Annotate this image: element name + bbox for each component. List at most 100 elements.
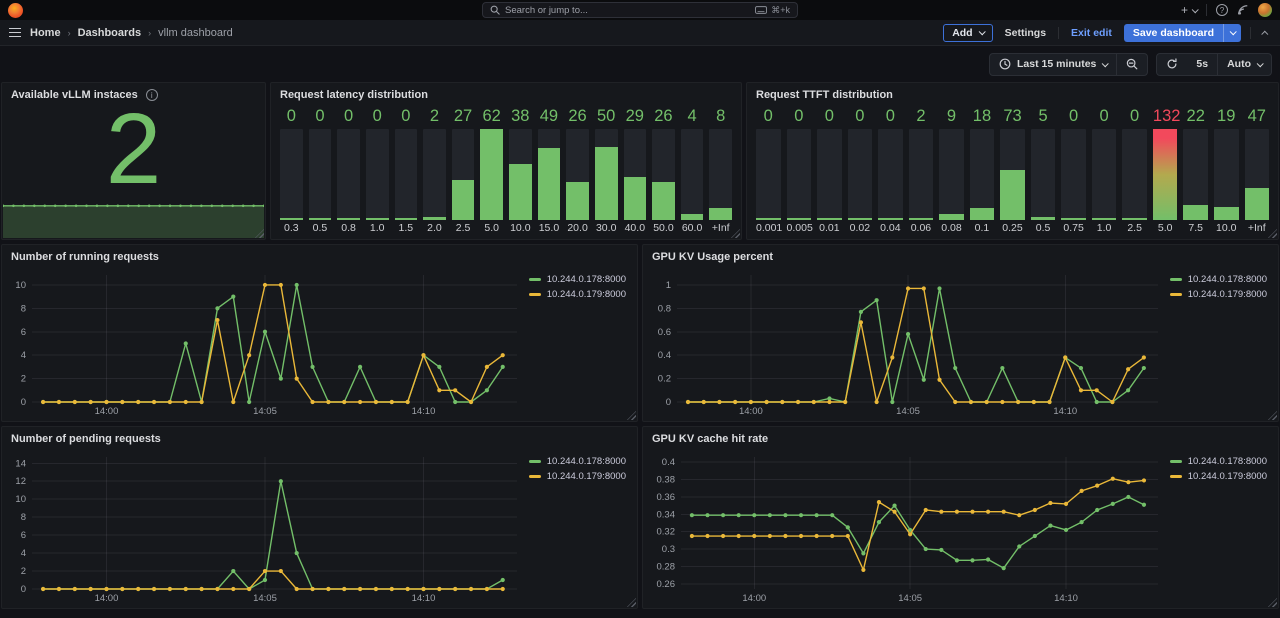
refresh-button[interactable] xyxy=(1157,54,1187,75)
legend-series-color xyxy=(1170,293,1182,296)
data-point xyxy=(733,400,737,404)
resize-handle[interactable] xyxy=(1268,229,1277,238)
bar-column: 227.5 xyxy=(1183,106,1208,235)
data-point xyxy=(922,286,926,290)
legend-item[interactable]: 10.244.0.179:8000 xyxy=(1170,471,1267,482)
data-point xyxy=(1063,355,1067,359)
data-point xyxy=(1033,534,1037,538)
data-point xyxy=(199,400,203,404)
sparkline-point xyxy=(12,204,15,207)
data-point xyxy=(906,286,910,290)
bar-value-label: 0 xyxy=(878,106,903,127)
timeseries-chart[interactable]: 0.260.280.30.320.340.360.380.414:0014:05… xyxy=(647,448,1274,606)
data-point xyxy=(827,400,831,404)
bar-track xyxy=(624,129,647,220)
legend-item[interactable]: 10.244.0.178:8000 xyxy=(1170,274,1267,285)
data-point xyxy=(717,400,721,404)
data-point xyxy=(877,500,881,504)
user-avatar[interactable] xyxy=(1258,3,1272,17)
bar-gauge-chart[interactable]: 00.00100.00500.0100.0200.0420.0690.08180… xyxy=(756,106,1269,235)
breadcrumb-dashboards[interactable]: Dashboards xyxy=(78,27,142,39)
save-options-caret[interactable] xyxy=(1223,24,1241,42)
zoom-out-button[interactable] xyxy=(1117,54,1147,75)
new-button[interactable]: + xyxy=(1181,3,1197,17)
data-point xyxy=(279,376,283,380)
data-point xyxy=(1064,528,1068,532)
data-point xyxy=(861,551,865,555)
data-point xyxy=(686,400,690,404)
help-icon[interactable]: ? xyxy=(1216,4,1228,16)
legend-item[interactable]: 10.244.0.178:8000 xyxy=(1170,456,1267,467)
panel-header: GPU KV cache hit rate xyxy=(643,427,1278,447)
legend-item[interactable]: 10.244.0.178:8000 xyxy=(529,456,626,467)
breadcrumb-separator: › xyxy=(68,28,71,38)
timeseries-chart[interactable]: 00.20.40.60.8114:0014:0514:1010.244.0.17… xyxy=(647,266,1274,419)
data-point xyxy=(136,587,140,591)
panel-title: GPU KV Usage percent xyxy=(652,251,773,263)
bar-value-label: 26 xyxy=(652,106,675,127)
timeseries-chart[interactable]: 0246810121414:0014:0514:1010.244.0.178:8… xyxy=(6,448,633,606)
bar-value-label: 0 xyxy=(309,106,332,127)
y-axis-tick-label: 0.4 xyxy=(662,457,675,468)
bar-value-label: 0 xyxy=(787,106,812,127)
bar-fill xyxy=(395,218,418,220)
data-point xyxy=(861,568,865,572)
bar-track xyxy=(1000,129,1025,220)
settings-button[interactable]: Settings xyxy=(1002,25,1049,41)
sparkline-point xyxy=(117,204,120,207)
panel-title: GPU KV cache hit rate xyxy=(652,433,768,445)
menu-icon[interactable] xyxy=(9,28,21,38)
data-point xyxy=(749,400,753,404)
refresh-group: 5s Auto xyxy=(1156,53,1272,76)
search-input[interactable]: Search or jump to... ⌘+k xyxy=(482,2,798,18)
save-dashboard-button[interactable]: Save dashboard xyxy=(1124,24,1241,42)
bar-value-label: 62 xyxy=(480,106,503,127)
legend-item[interactable]: 10.244.0.179:8000 xyxy=(1170,289,1267,300)
bar-column: 00.5 xyxy=(309,106,332,235)
legend: 10.244.0.178:8000 10.244.0.179:8000 xyxy=(1170,456,1267,482)
legend-item[interactable]: 10.244.0.178:8000 xyxy=(529,274,626,285)
y-axis-tick-label: 0.6 xyxy=(658,327,671,338)
refresh-icon xyxy=(1166,58,1178,70)
series-line xyxy=(688,288,1144,402)
bar-track xyxy=(1153,129,1178,220)
breadcrumb-home[interactable]: Home xyxy=(30,27,61,39)
bar-gauge-chart[interactable]: 00.300.500.801.001.522.0272.5625.03810.0… xyxy=(280,106,732,235)
grafana-logo[interactable] xyxy=(8,3,23,18)
data-point xyxy=(358,365,362,369)
sparkline-point xyxy=(158,204,161,207)
bar-category-label: 0.1 xyxy=(970,220,995,235)
bar-fill xyxy=(1122,218,1147,220)
legend-item[interactable]: 10.244.0.179:8000 xyxy=(529,471,626,482)
data-point xyxy=(247,400,251,404)
bar-fill xyxy=(817,218,842,220)
legend-series-label: 10.244.0.179:8000 xyxy=(547,289,626,300)
panel-gpu-kv-cache-hit-rate: GPU KV cache hit rate 0.260.280.30.320.3… xyxy=(642,426,1279,609)
exit-edit-button[interactable]: Exit edit xyxy=(1068,25,1115,41)
legend-series-label: 10.244.0.178:8000 xyxy=(547,274,626,285)
legend-item[interactable]: 10.244.0.179:8000 xyxy=(529,289,626,300)
data-point xyxy=(1095,484,1099,488)
auto-refresh-picker[interactable]: Auto xyxy=(1218,54,1271,75)
data-point xyxy=(437,388,441,392)
data-point xyxy=(421,587,425,591)
time-range-group: Last 15 minutes xyxy=(989,53,1148,76)
time-range-picker[interactable]: Last 15 minutes xyxy=(990,54,1116,75)
data-point xyxy=(120,400,124,404)
sparkline-point xyxy=(252,204,255,207)
data-point xyxy=(768,513,772,517)
refresh-interval-label[interactable]: 5s xyxy=(1187,54,1217,75)
timeseries-chart[interactable]: 024681014:0014:0514:1010.244.0.178:80001… xyxy=(6,266,633,419)
divider xyxy=(1250,27,1251,39)
data-point xyxy=(437,365,441,369)
resize-handle[interactable] xyxy=(731,229,740,238)
bar-value-label: 9 xyxy=(939,106,964,127)
add-button[interactable]: Add xyxy=(943,24,992,42)
data-point xyxy=(1110,400,1114,404)
sparkline-point xyxy=(85,204,88,207)
data-point xyxy=(859,320,863,324)
bar-category-label: 15.0 xyxy=(538,220,561,235)
legend-series-color xyxy=(529,278,541,281)
collapse-toolbar-button[interactable] xyxy=(1260,27,1271,39)
news-icon[interactable] xyxy=(1237,4,1249,16)
